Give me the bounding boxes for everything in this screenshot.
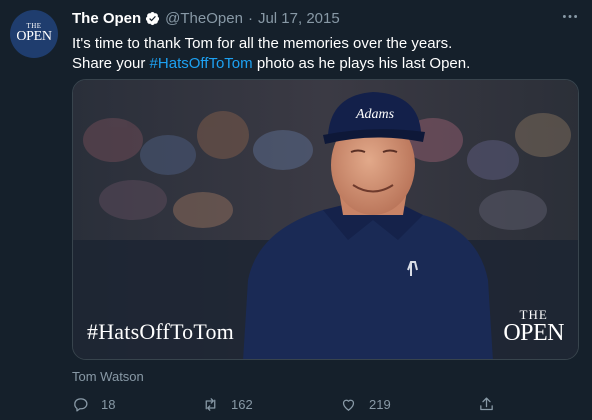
photo-caption[interactable]: Tom Watson [72,369,144,384]
hashtag-link[interactable]: #HatsOffToTom [150,55,253,72]
header-separator: · [247,9,253,27]
author-name[interactable]: The Open [72,10,141,27]
avatar-text-line2: OPEN [16,28,52,44]
retweet-count: 162 [231,397,253,412]
tweet-text-line2: Share your #HatsOffToTom photo as he pla… [72,54,577,74]
photo-hashtag-overlay: #HatsOffToTom [87,319,234,344]
tweet-actions: 18 162 219 [72,396,572,414]
retweet-button[interactable]: 162 [202,396,253,413]
tweet-photo[interactable]: Adams #HatsOffToTom THE OPEN [72,79,579,360]
reply-count: 18 [101,397,116,412]
more-icon[interactable] [560,8,580,24]
cap-logo-text: Adams [355,107,395,122]
avatar[interactable]: THE OPEN [10,10,58,58]
like-icon [342,399,355,411]
logo-line2: OPEN [503,320,564,346]
tweet-text-line1: It's time to thank Tom for all the memor… [72,35,453,52]
like-button[interactable]: 219 [340,396,391,413]
reply-icon [74,398,88,412]
tweet-text-suffix: photo as he plays his last Open. [252,55,471,72]
verified-badge-icon [145,11,160,26]
share-icon [480,397,493,411]
like-count: 219 [369,397,391,412]
share-button[interactable] [478,396,507,413]
reply-button[interactable]: 18 [72,396,115,413]
tweet-text: It's time to thank Tom for all the memor… [72,34,577,74]
tweet-text-prefix: Share your [72,55,150,72]
retweet-icon [205,398,216,411]
tweet[interactable]: THE OPEN The Open @TheOpen · Jul 17, 201… [0,0,592,420]
tweet-header: The Open @TheOpen · Jul 17, 2015 [72,8,340,28]
tweet-date[interactable]: Jul 17, 2015 [258,10,340,27]
author-handle[interactable]: @TheOpen [165,10,243,27]
the-open-logo: THE OPEN [503,308,564,345]
